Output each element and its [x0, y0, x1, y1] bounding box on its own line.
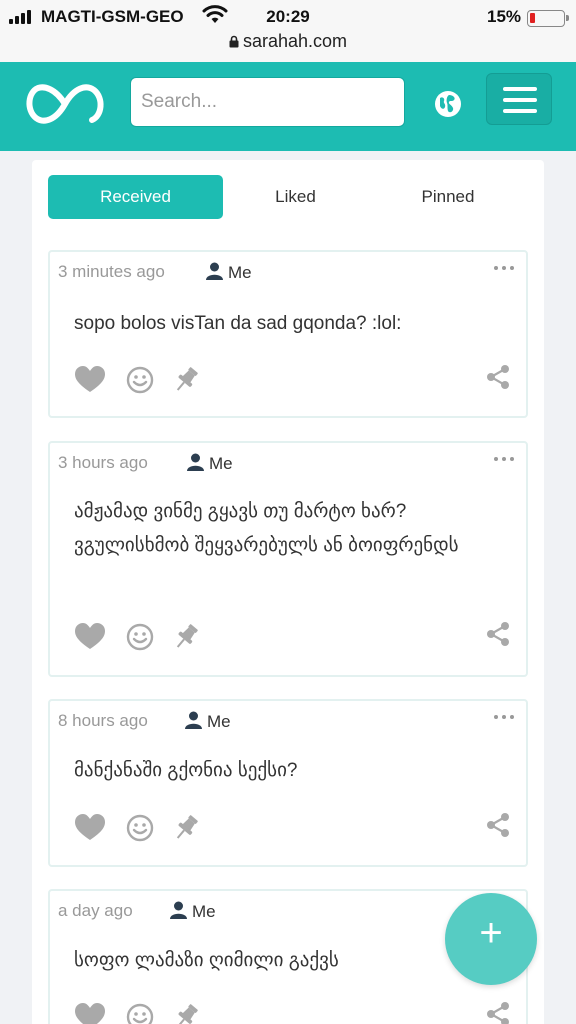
- message-text: მანქანაში გქონია სექსი?: [74, 760, 298, 781]
- messages-panel: Received Liked Pinned 3 minutes ago Me s…: [32, 160, 544, 1024]
- tab-pinned[interactable]: Pinned: [368, 175, 528, 219]
- user-icon: [206, 262, 223, 280]
- plus-icon: +: [479, 911, 503, 955]
- share-icon[interactable]: [486, 812, 510, 838]
- search-input[interactable]: [130, 77, 405, 127]
- more-icon[interactable]: [494, 713, 516, 721]
- message-card: 3 minutes ago Me sopo bolos visTan da sa…: [48, 250, 528, 418]
- message-recipient: Me: [187, 453, 233, 474]
- app-header: [0, 62, 576, 151]
- battery-percent: 15%: [487, 7, 522, 26]
- lock-icon: [229, 35, 239, 48]
- url-text: sarahah.com: [242, 31, 348, 51]
- heart-icon[interactable]: [74, 1001, 106, 1024]
- smile-icon[interactable]: [124, 621, 156, 653]
- share-icon[interactable]: [486, 364, 510, 390]
- battery-icon: [527, 10, 569, 27]
- message-time: 3 minutes ago: [58, 262, 165, 281]
- user-icon: [187, 453, 204, 471]
- share-icon[interactable]: [486, 1001, 510, 1024]
- message-time: 3 hours ago: [58, 453, 148, 472]
- share-icon[interactable]: [486, 621, 510, 647]
- compose-button[interactable]: +: [445, 893, 537, 985]
- message-time: a day ago: [58, 901, 133, 920]
- user-icon: [170, 901, 187, 919]
- smile-icon[interactable]: [124, 812, 156, 844]
- tab-liked[interactable]: Liked: [223, 175, 368, 219]
- message-text: სოფო ლამაზი ღიმილი გაქვს: [74, 950, 339, 971]
- more-icon[interactable]: [494, 455, 516, 463]
- more-icon[interactable]: [494, 264, 516, 272]
- heart-icon[interactable]: [74, 812, 106, 844]
- message-text: sopo bolos visTan da sad gqonda? :lol:: [74, 313, 402, 334]
- status-bar: MAGTI-GSM-GEO 20:29 15% sarahah.com: [0, 0, 576, 62]
- heart-icon[interactable]: [74, 621, 106, 653]
- message-recipient: Me: [185, 711, 231, 732]
- message-text: ამჟამად ვინმე გყავს თუ მარტო ხარ? ვგულის…: [74, 501, 459, 556]
- heart-icon[interactable]: [74, 364, 106, 396]
- message-recipient: Me: [170, 901, 216, 922]
- smile-icon[interactable]: [124, 1001, 156, 1024]
- pin-icon[interactable]: [170, 1001, 202, 1024]
- pin-icon[interactable]: [170, 812, 202, 844]
- pin-icon[interactable]: [170, 621, 202, 653]
- user-icon: [185, 711, 202, 729]
- smile-icon[interactable]: [124, 364, 156, 396]
- address-bar[interactable]: sarahah.com: [0, 31, 576, 52]
- pin-icon[interactable]: [170, 364, 202, 396]
- message-card: 8 hours ago Me მანქანაში გქონია სექსი?: [48, 699, 528, 867]
- message-recipient: Me: [206, 262, 252, 283]
- tab-received[interactable]: Received: [48, 175, 223, 219]
- logo-icon[interactable]: [22, 76, 108, 132]
- globe-icon[interactable]: [434, 90, 462, 118]
- message-time: 8 hours ago: [58, 711, 148, 730]
- tab-bar: Received Liked Pinned: [48, 175, 528, 219]
- menu-button[interactable]: [486, 73, 552, 125]
- message-card: 3 hours ago Me ამჟამად ვინმე გყავს თუ მა…: [48, 441, 528, 677]
